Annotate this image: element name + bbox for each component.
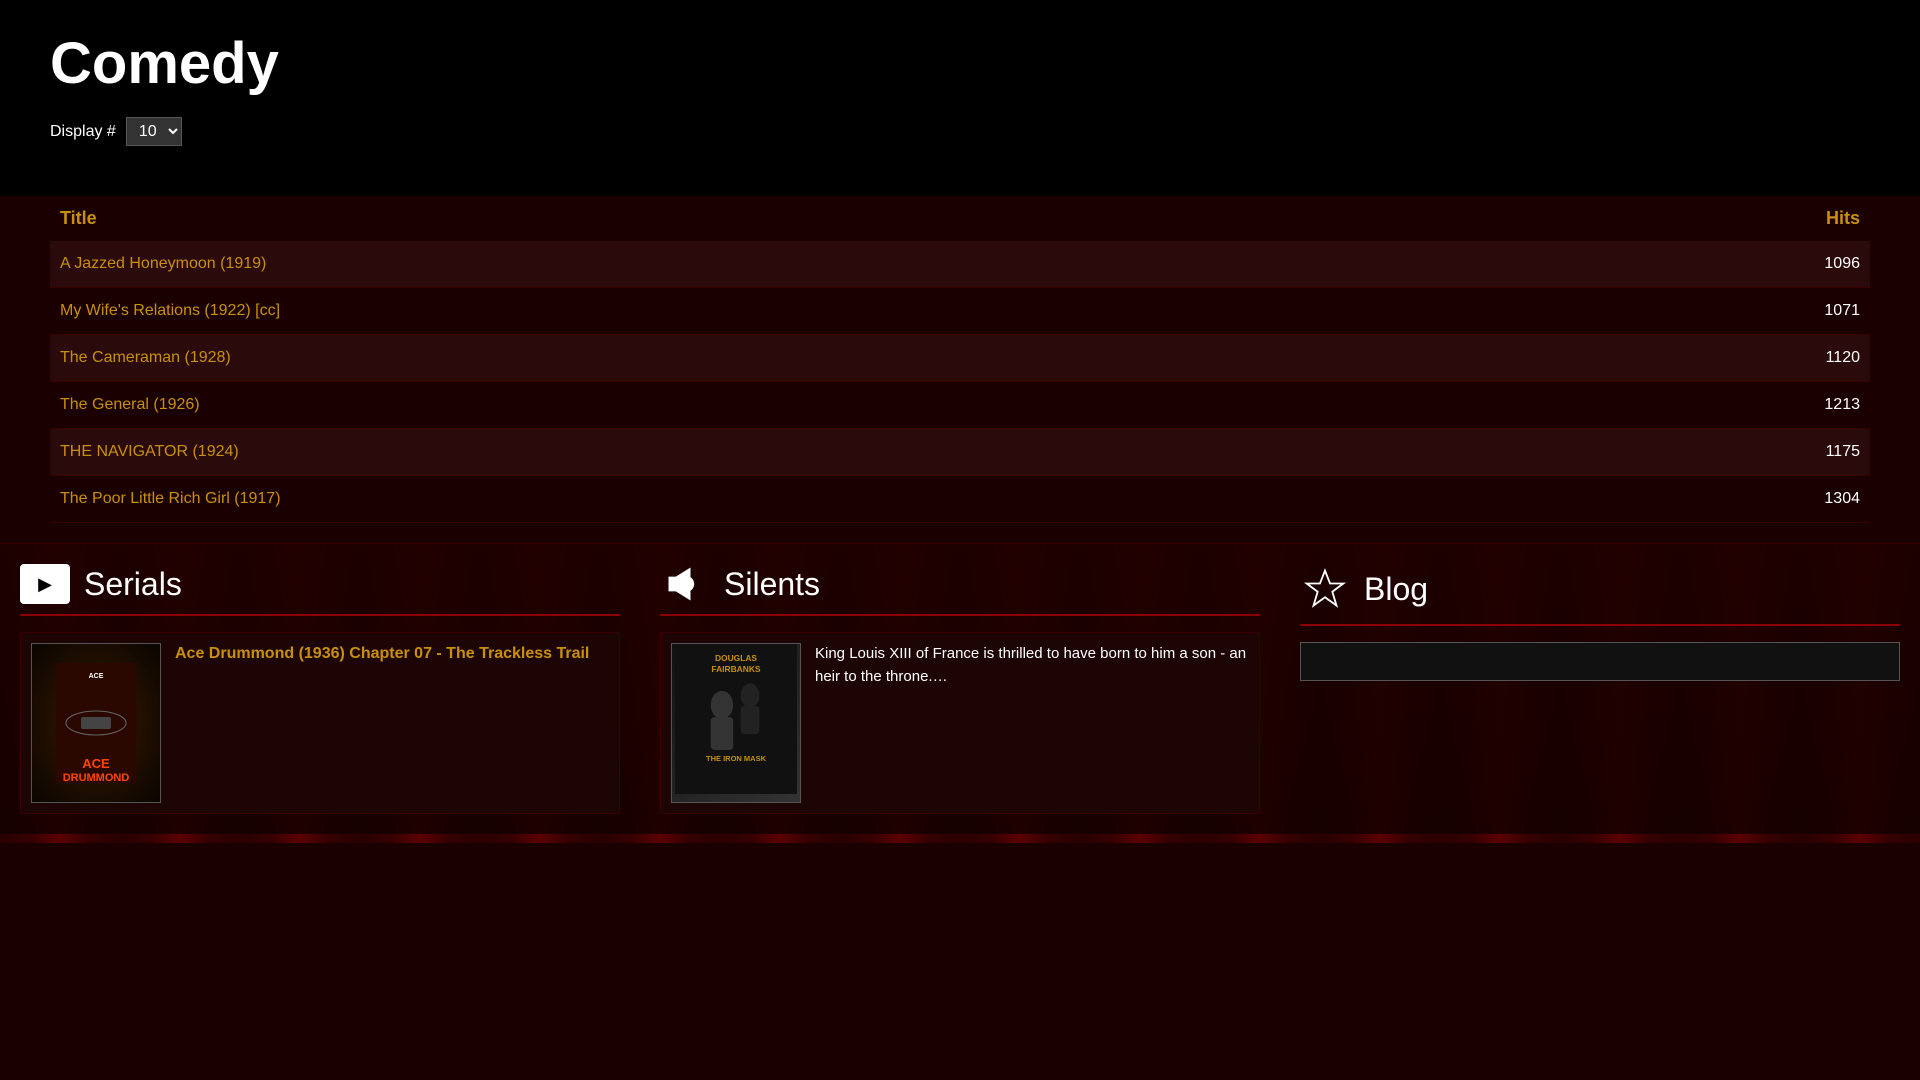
silents-poster: DOUGLAS FAIRBANKS THE IRON MASK [671,643,801,803]
table-row[interactable]: The General (1926)1213 [50,382,1870,429]
row-hits: 1120 [1528,335,1870,382]
row-hits: 1304 [1528,476,1870,523]
row-title[interactable]: A Jazzed Honeymoon (1919) [50,241,1528,288]
megaphone-icon [660,564,710,604]
silents-title: Silents [724,566,820,603]
row-title[interactable]: My Wife's Relations (1922) [cc] [50,288,1528,335]
serials-title: Serials [84,566,182,603]
display-label: Display # [50,123,116,141]
row-hits: 1096 [1528,241,1870,288]
row-hits: 1071 [1528,288,1870,335]
table-row[interactable]: The Poor Little Rich Girl (1917)1304 [50,476,1870,523]
blog-search-input[interactable] [1300,642,1900,681]
table-row[interactable]: THE NAVIGATOR (1924)1175 [50,429,1870,476]
movies-table: Title Hits A Jazzed Honeymoon (1919)1096… [50,196,1870,523]
svg-text:FAIRBANKS: FAIRBANKS [711,664,761,674]
row-title[interactable]: The Poor Little Rich Girl (1917) [50,476,1528,523]
table-row[interactable]: My Wife's Relations (1922) [cc]1071 [50,288,1870,335]
star-icon [1300,564,1350,614]
svg-text:ACE: ACE [82,756,110,771]
svg-text:ACE: ACE [89,673,104,680]
silents-panel: Silents DOUGLAS FAIRBANKS [640,543,1280,834]
row-hits: 1213 [1528,382,1870,429]
silents-card-description: King Louis XIII of France is thrilled to… [815,643,1249,803]
page-title: Comedy [50,30,1870,97]
row-title[interactable]: The General (1926) [50,382,1528,429]
row-title[interactable]: The Cameraman (1928) [50,335,1528,382]
serials-poster: ACE ACE DRUMMOND [31,643,161,803]
serials-panel: Serials ACE ACE DRUMMOND [0,543,640,834]
table-row[interactable]: The Cameraman (1928)1120 [50,335,1870,382]
table-row[interactable]: A Jazzed Honeymoon (1919)1096 [50,241,1870,288]
blog-title: Blog [1364,571,1428,608]
svg-text:THE IRON MASK: THE IRON MASK [706,754,767,763]
serials-card-title: Ace Drummond (1936) Chapter 07 - The Tra… [175,643,589,803]
row-title[interactable]: THE NAVIGATOR (1924) [50,429,1528,476]
display-select[interactable]: 5 10 15 20 25 All [126,117,182,146]
serials-card[interactable]: ACE ACE DRUMMOND Ace Drummond (1936) Cha… [20,632,620,814]
col-title: Title [50,196,1528,241]
svg-text:DRUMMOND: DRUMMOND [63,772,130,783]
silents-card[interactable]: DOUGLAS FAIRBANKS THE IRON MASK King Lou… [660,632,1260,814]
svg-text:DOUGLAS: DOUGLAS [715,653,757,663]
blog-panel: Blog [1280,543,1920,834]
row-hits: 1175 [1528,429,1870,476]
col-hits: Hits [1528,196,1870,241]
film-icon [20,564,70,604]
